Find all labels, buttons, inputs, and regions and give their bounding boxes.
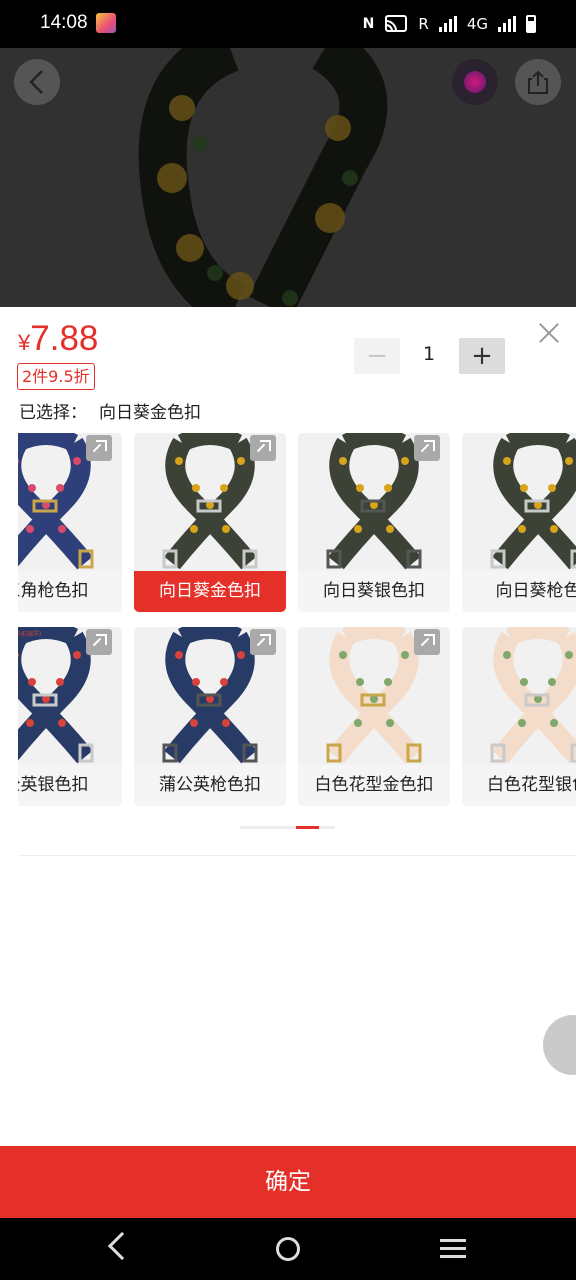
nav-back-icon[interactable] [107, 1231, 137, 1261]
battery-icon [526, 15, 536, 33]
navigation-bar [0, 1218, 576, 1280]
avatar-icon [464, 71, 486, 93]
price-value: 7.88 [30, 319, 99, 358]
variant-card[interactable]: 向日葵枪色 [462, 433, 576, 612]
back-button[interactable] [14, 59, 60, 105]
expand-icon[interactable] [414, 435, 440, 461]
signal-icon [438, 16, 457, 32]
gallery-app-icon [96, 13, 116, 33]
network-type: 4G [466, 15, 488, 33]
variant-card[interactable]: 三角枪色扣 [18, 433, 122, 612]
status-time: 14:08 [40, 12, 88, 33]
divider [18, 855, 576, 856]
svg-text:5cm银色五金（卡扣调节）: 5cm银色五金（卡扣调节） [18, 630, 45, 638]
expand-icon[interactable] [86, 435, 112, 461]
roaming-label: R [418, 15, 429, 33]
product-preview[interactable] [0, 48, 576, 307]
variant-label: 蒲公英枪色扣 [134, 765, 286, 806]
selected-label: 已选择： [19, 403, 87, 423]
variant-label: 向日葵银色扣 [298, 571, 450, 612]
page-indicator-active [296, 826, 319, 829]
variant-card[interactable]: 白色花型银色 [462, 627, 576, 806]
quantity-decrease-button[interactable]: − [354, 338, 400, 374]
cast-icon [385, 15, 408, 32]
sku-selector-sheet: ¥7.88 2件9.5折 已选择：向日葵金色扣 − 1 + 三角枪色扣向日葵金色… [0, 307, 576, 1145]
close-icon[interactable] [538, 322, 560, 344]
variant-image [462, 433, 576, 571]
price: ¥7.88 [18, 319, 98, 359]
variant-label: 向日葵金色扣 [134, 571, 286, 612]
selected-value: 向日葵金色扣 [99, 403, 201, 423]
share-button[interactable] [515, 59, 561, 105]
variant-label: 三角枪色扣 [18, 571, 122, 612]
confirm-button[interactable]: 确定 [0, 1146, 576, 1218]
currency-symbol: ¥ [18, 330, 31, 355]
variant-card[interactable]: 向日葵银色扣 [298, 433, 450, 612]
status-icons: N R 4G [363, 12, 536, 36]
nav-menu-icon[interactable] [440, 1239, 466, 1259]
variant-grid[interactable]: 三角枪色扣向日葵金色扣向日葵银色扣向日葵枪色 5cm银色五金（卡扣调节） 公英银色扣… [18, 433, 576, 813]
variant-label: 公英银色扣 [18, 765, 122, 806]
expand-icon[interactable] [86, 629, 112, 655]
assistant-avatar[interactable] [452, 59, 498, 105]
quantity-increase-button[interactable]: + [459, 338, 505, 374]
variant-label: 白色花型金色扣 [298, 765, 450, 806]
variant-label: 白色花型银色 [462, 765, 576, 806]
promo-badge: 2件9.5折 [17, 363, 95, 390]
share-icon [528, 70, 548, 94]
signal-icon-2 [498, 16, 516, 32]
quantity-value[interactable]: 1 [400, 343, 458, 365]
nfc-icon: N [362, 16, 375, 32]
variant-card[interactable]: 向日葵金色扣 [134, 433, 286, 612]
variant-card[interactable]: 白色花型金色扣 [298, 627, 450, 806]
variant-card[interactable]: 5cm银色五金（卡扣调节） 公英银色扣 [18, 627, 122, 806]
expand-icon[interactable] [250, 629, 276, 655]
variant-image [462, 627, 576, 765]
back-arrow-icon [29, 70, 43, 94]
selected-variant: 已选择： 向日葵金色扣 [19, 398, 201, 423]
expand-icon[interactable] [250, 435, 276, 461]
page-indicator [240, 826, 335, 829]
status-bar: 14:08 N R 4G [0, 0, 576, 48]
nav-home-icon[interactable] [276, 1237, 300, 1261]
floating-assistive-button[interactable] [543, 1015, 576, 1075]
variant-label: 向日葵枪色 [462, 571, 576, 612]
expand-icon[interactable] [414, 629, 440, 655]
variant-card[interactable]: 蒲公英枪色扣 [134, 627, 286, 806]
